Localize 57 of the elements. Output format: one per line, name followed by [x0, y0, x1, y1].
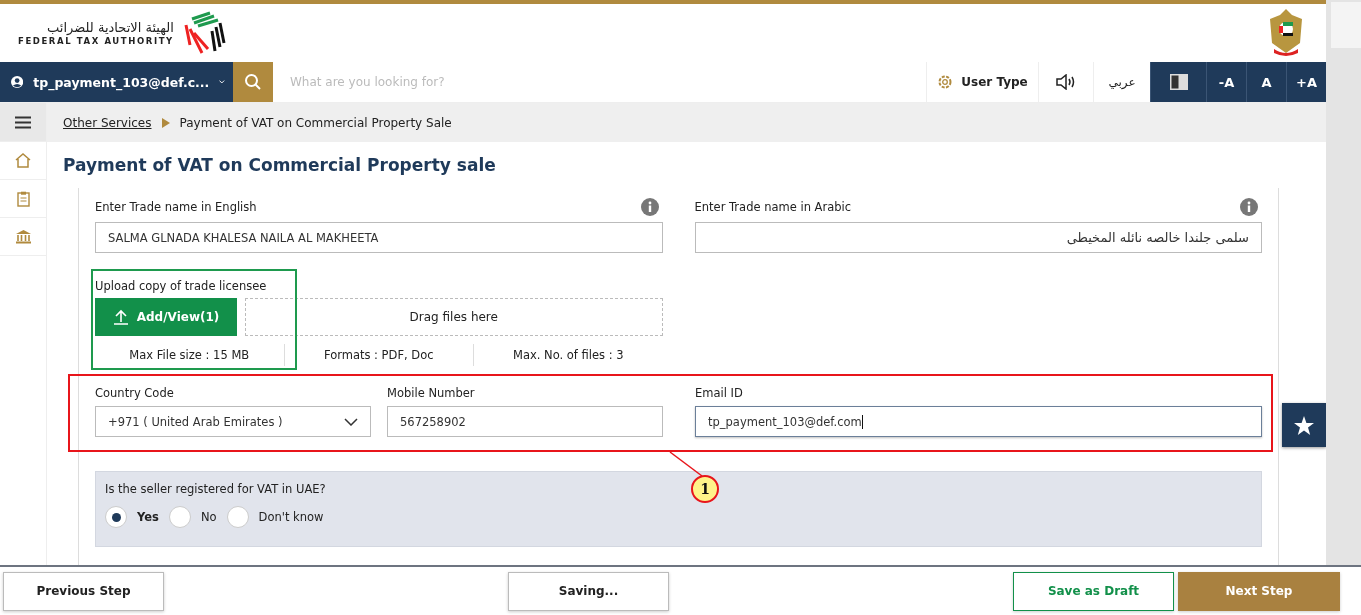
radio-button[interactable] — [105, 506, 127, 528]
breadcrumb-current: Payment of VAT on Commercial Property Sale — [179, 115, 452, 130]
upload-info-text: Max File size : 15 MB — [128, 347, 251, 364]
logo-arabic-text: الهيئة الاتحادية للضرائب — [47, 20, 174, 36]
mobile-number-field[interactable]: 567258902 — [387, 406, 663, 437]
next-step-button[interactable]: Next Step — [1178, 571, 1340, 611]
font-size-button[interactable]: -A — [1206, 62, 1246, 102]
upload-info-text: Max. No. of files : 3 — [473, 344, 663, 366]
search-icon — [244, 73, 262, 91]
file-drop-zone[interactable]: Drag files here — [245, 298, 663, 336]
chevron-down-icon — [344, 417, 358, 426]
contrast-icon — [1169, 74, 1188, 90]
settings-icon — [937, 74, 954, 90]
menu-button[interactable] — [0, 103, 46, 142]
info-icon[interactable] — [640, 198, 659, 216]
font-size-button[interactable]: A — [1246, 62, 1286, 102]
home-icon — [15, 153, 31, 168]
field-label: Country Code — [95, 386, 175, 400]
upload-button[interactable]: Add/View(1) — [95, 298, 237, 336]
field-label: Enter Trade name in Arabic — [694, 200, 852, 214]
logo-text: FEDERAL TAX AUTHORITY — [18, 36, 174, 46]
field-label: Upload copy of trade licensee — [95, 279, 268, 293]
menu-icon — [15, 115, 31, 129]
chevron-down-icon — [219, 78, 225, 86]
search-button[interactable] — [233, 62, 273, 102]
trade-name-english-field[interactable]: SALMA GLNADA KHALESA NAILA AL MAKHEETA — [95, 222, 663, 253]
clipboard-icon — [16, 190, 30, 207]
scrollbar[interactable] — [1326, 0, 1361, 565]
upload-icon — [112, 309, 129, 325]
star-icon — [1294, 415, 1314, 435]
radio-button[interactable] — [168, 506, 191, 528]
font-size-button[interactable]: +A — [1286, 62, 1326, 102]
trade-name-arabic-field[interactable]: سلمى جلندا خالصه نائله المخيطى — [694, 222, 1262, 253]
field-label: Enter Trade name in English — [95, 200, 257, 214]
email-field[interactable]: tp_payment_103@def.com — [695, 406, 1262, 437]
bank-icon — [14, 229, 32, 244]
speaker-icon — [1055, 74, 1077, 90]
upload-info-text: Formats : PDF, Doc — [283, 344, 473, 366]
breadcrumb-link[interactable]: Other Services — [63, 115, 152, 130]
save-draft-button[interactable]: Save as Draft — [1013, 571, 1174, 611]
favorite-button[interactable] — [1282, 403, 1326, 447]
radio-button[interactable] — [226, 506, 249, 528]
contrast-button[interactable] — [1150, 62, 1206, 102]
country-code-dropdown[interactable]: +971 ( United Arab Emirates ) — [95, 406, 371, 437]
radio-label: No — [200, 510, 217, 524]
user-menu[interactable]: tp_payment_103@def.c... — [0, 62, 233, 102]
radio-label: Yes — [137, 510, 159, 524]
field-label: Mobile Number — [387, 386, 476, 400]
info-icon[interactable] — [1240, 198, 1258, 216]
saving-button[interactable]: Saving... — [508, 571, 669, 611]
field-label: Email ID — [695, 386, 744, 400]
previous-step-button[interactable]: Previous Step — [3, 571, 164, 611]
page-title: Payment of VAT on Commercial Property sale — [63, 154, 497, 177]
leader-line — [669, 451, 703, 477]
question-text: Is the seller registered for VAT in UAE? — [105, 482, 326, 496]
breadcrumb-arrow-icon — [161, 117, 170, 128]
radio-label: Don't know — [258, 510, 324, 524]
